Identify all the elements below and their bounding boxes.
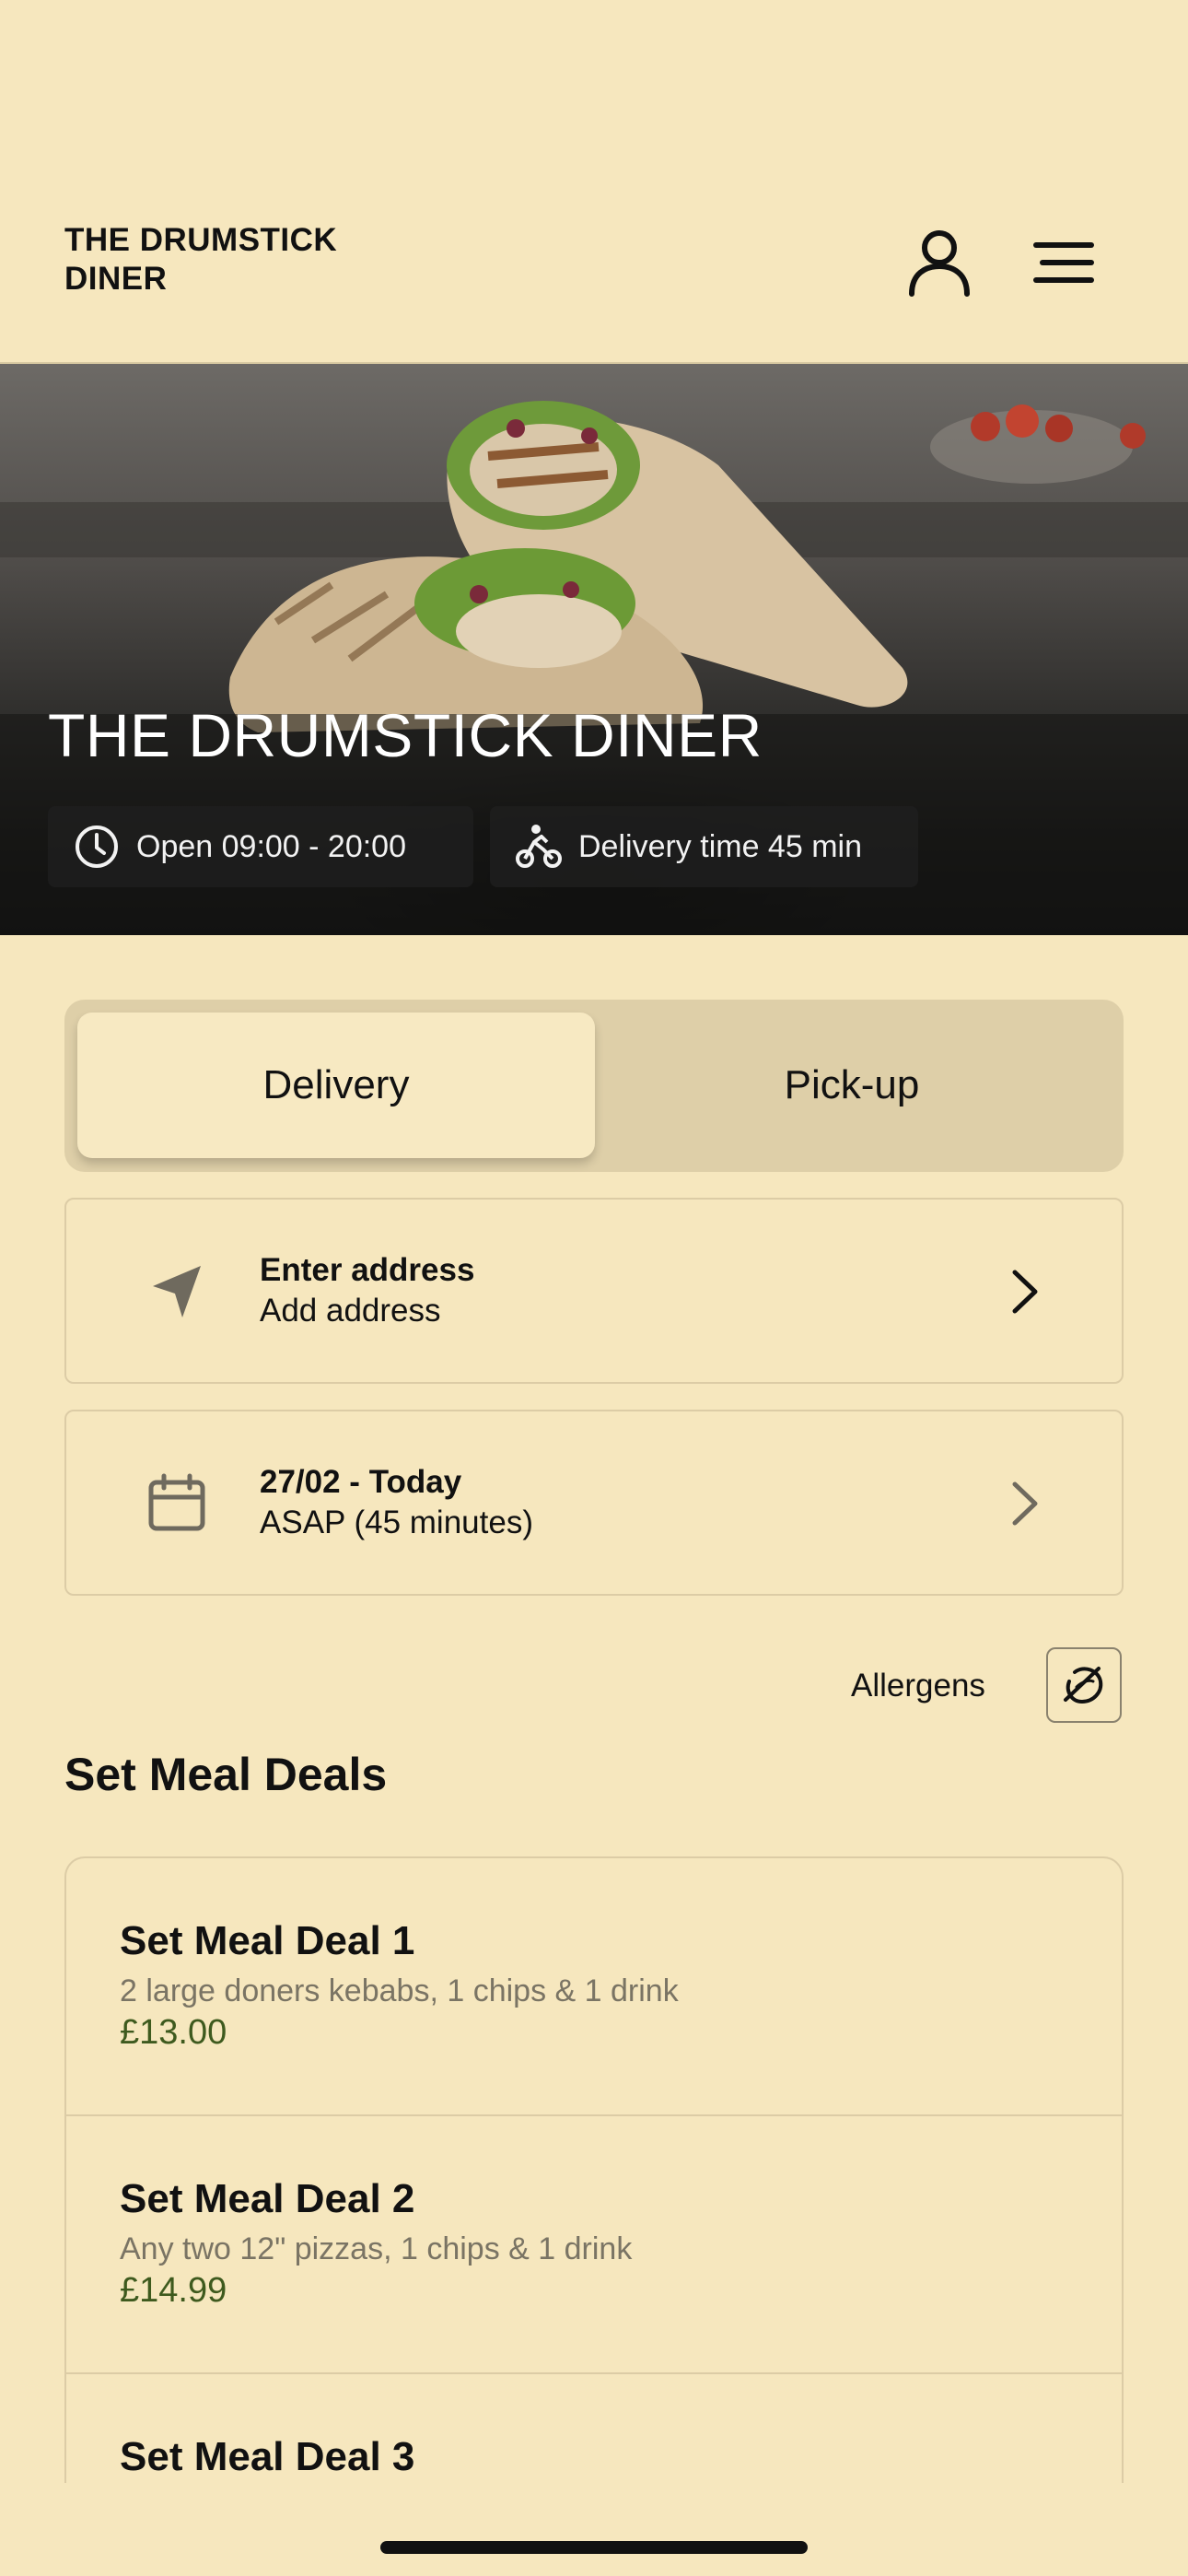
deal-title: Set Meal Deal 2 [120,2176,415,2221]
opening-hours-badge: Open 09:00 - 20:00 [48,806,473,887]
calendar-icon [131,1458,223,1550]
address-row[interactable]: Enter address Add address [64,1198,1124,1384]
allergens-button[interactable] [1046,1647,1122,1723]
deal-description: 2 large doners kebabs, 1 chips & 1 drink [120,1973,679,2008]
deal-title: Set Meal Deal 1 [120,1918,415,1963]
home-indicator[interactable] [380,2541,808,2554]
location-arrow-icon [131,1246,223,1338]
opening-hours-text: Open 09:00 - 20:00 [136,828,407,864]
schedule-subtitle: ASAP (45 minutes) [260,1505,533,1540]
app-screen: THE DRUMSTICK DINER THE DRUMSTICK DINER … [0,0,1188,2576]
deals-list: Set Meal Deal 1 2 large doners kebabs, 1… [64,1856,1124,2483]
allergens-label[interactable]: Allergens [851,1668,985,1704]
list-item[interactable]: Set Meal Deal 3 [66,2374,1122,2483]
deal-price: £14.99 [120,2271,227,2310]
pickup-option[interactable]: Pick-up [593,1013,1111,1158]
chevron-right-icon [993,1259,1057,1324]
menu-button[interactable] [1018,221,1110,304]
address-subtitle: Add address [260,1293,441,1329]
delivery-option[interactable]: Delivery [77,1013,595,1158]
delivery-time-badge: Delivery time 45 min [490,806,918,887]
delivery-time-text: Delivery time 45 min [578,828,862,864]
person-icon [909,230,970,297]
top-header: THE DRUMSTICK DINER [0,0,1188,364]
brand-name[interactable]: THE DRUMSTICK DINER [64,221,378,299]
schedule-title: 27/02 - Today [260,1464,462,1500]
list-item[interactable]: Set Meal Deal 2 Any two 12" pizzas, 1 ch… [66,2116,1122,2374]
schedule-row[interactable]: 27/02 - Today ASAP (45 minutes) [64,1410,1124,1596]
address-title: Enter address [260,1252,475,1288]
deal-title: Set Meal Deal 3 [120,2434,415,2479]
chevron-right-icon [993,1471,1057,1536]
cyclist-icon [516,825,562,868]
restaurant-title: THE DRUMSTICK DINER [48,701,763,769]
section-title: Set Meal Deals [64,1749,388,1800]
deal-price: £13.00 [120,2013,227,2052]
deal-description: Any two 12" pizzas, 1 chips & 1 drink [120,2231,633,2266]
hamburger-menu-icon [1033,242,1094,283]
list-item[interactable]: Set Meal Deal 1 2 large doners kebabs, 1… [66,1858,1122,2116]
clock-icon [76,825,118,868]
order-mode-toggle: Delivery Pick-up [64,1000,1124,1172]
account-button[interactable] [893,221,985,304]
allergen-nut-icon [1064,1667,1103,1704]
hero-banner: THE DRUMSTICK DINER Open 09:00 - 20:00 D… [0,364,1188,935]
